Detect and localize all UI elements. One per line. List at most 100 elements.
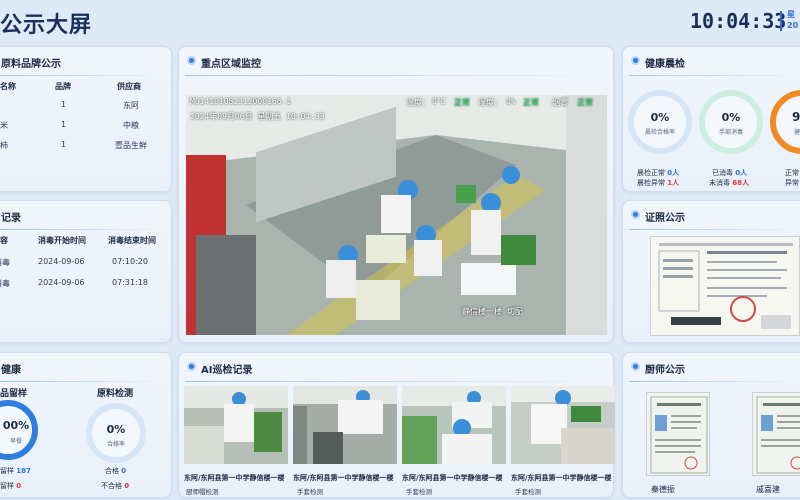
health-panel-header: 健康: [0, 353, 171, 381]
ai-thumb-image: [184, 386, 288, 464]
monitor-panel-header: 重点区域监控: [179, 47, 613, 75]
morning-ring-1-value: 0%: [650, 111, 670, 124]
divider: [0, 75, 165, 76]
camera-timestamp: 2024年09月06日 星期五 10:04:33: [190, 112, 325, 121]
weekday-label: 星: [787, 10, 795, 19]
ai-thumbnail-4[interactable]: [511, 386, 615, 464]
ai-tag-1: 厨师帽检测: [186, 488, 219, 496]
test-pass-label: 合格: [105, 467, 119, 475]
ai-tag-4: 手套检测: [515, 488, 541, 496]
license-panel-header: 证照公示: [623, 201, 800, 229]
disinfect-panel: 记录: [0, 200, 172, 343]
table-row-item: 消毒: [0, 279, 10, 288]
col-header-name: 名称: [0, 82, 16, 91]
test-fail-value: 0: [124, 482, 130, 490]
morning-stat-normal-label: 晨检正常: [637, 169, 665, 177]
top-bar: 公示大屏 10:04:33 星 20: [0, 0, 800, 42]
test-ring: 0% 合格率: [86, 403, 146, 463]
chef-cert-image: [753, 393, 800, 475]
sample-stat2: 留样 0: [0, 481, 21, 491]
morning-ring-2-label: 手部消毒: [718, 129, 743, 136]
year-label: 20: [787, 21, 799, 30]
test-pass-stat: 合格 0: [105, 466, 126, 476]
chef-certificate-2[interactable]: [752, 392, 800, 476]
sample-stat-value: 187: [16, 467, 31, 475]
table-row-supplier: 中粮: [123, 121, 139, 130]
monitor-panel-title: 重点区域监控: [201, 59, 261, 70]
table-row-date: 2024-09-06: [38, 278, 85, 287]
camera-id: M014101082312000166-1: [190, 97, 292, 106]
chef-panel-header: 厨师公示: [623, 353, 800, 381]
brand-panel: 原料品牌公示: [0, 46, 172, 192]
morning-ring-1-label: 晨检合格率: [644, 129, 675, 136]
table-row-brand: 1: [61, 140, 67, 149]
table-row-name: 米: [0, 121, 8, 130]
ai-panel-title: AI巡检记录: [201, 365, 253, 376]
test-pass-value: 0: [121, 467, 127, 475]
morning-stat-normal-value: 0人: [667, 169, 680, 177]
chef-cert-image: [647, 393, 709, 475]
camera-location: 静信楼一楼 切配: [462, 307, 523, 316]
sample-stat2-value: 0: [16, 482, 22, 490]
sample-ring-label: 早餐: [9, 438, 22, 445]
ai-tag-3: 手套检测: [406, 488, 432, 496]
ai-thumb-image: [293, 386, 397, 464]
chef-name-1: 秦德振: [651, 485, 675, 494]
license-panel-title: 证照公示: [645, 213, 685, 224]
sample-stat: 留样 187: [0, 466, 31, 476]
ai-thumbnail-1[interactable]: [184, 386, 288, 464]
table-row-name: 柿: [0, 141, 8, 150]
morning-ring-2-value: 0%: [721, 111, 741, 124]
health-panel-title: 健康: [1, 365, 21, 376]
bullet-icon: [631, 56, 640, 65]
disinfect-stat-not-value: 68人: [732, 179, 749, 187]
humidity-status: 正常: [523, 98, 539, 107]
chef-name-2: 戚喜建: [756, 485, 780, 494]
disinfect-stat-done-value: 0人: [735, 169, 748, 177]
ai-thumbnail-2[interactable]: [293, 386, 397, 464]
morning-stat-normal: 晨检正常 0人: [637, 168, 679, 178]
divider: [0, 229, 165, 230]
humidity-label: 湿度：: [478, 98, 502, 107]
chef-certificate-1[interactable]: [646, 392, 710, 476]
morning-ring-2: 0% 手部消毒: [699, 90, 763, 154]
morning-ring-3-label: 健康: [794, 129, 800, 136]
ai-thumb-image: [402, 386, 506, 464]
kitchen-scene: [186, 95, 607, 335]
ai-caption-3: 东阿/东阿县第一中学静信楼一楼: [402, 474, 503, 482]
humidity-value: 0%: [506, 97, 516, 106]
bullet-icon: [187, 56, 196, 65]
sample-title: 品留样: [0, 389, 28, 399]
license-image: [651, 237, 799, 335]
sample-stat-label: 留样: [0, 467, 14, 475]
ai-thumbnail-3[interactable]: [402, 386, 506, 464]
test-ring-value: 0%: [106, 423, 126, 436]
col-header-brand: 品牌: [55, 82, 71, 91]
license-document[interactable]: [650, 236, 800, 336]
sample-ring-value: 00%: [2, 419, 30, 432]
table-row-end: 07:10:20: [112, 257, 148, 266]
smoke-status: 正常: [577, 98, 593, 107]
col-header-start: 消毒开始时间: [38, 236, 86, 245]
chef-panel-title: 厨师公示: [645, 365, 685, 376]
col-header-item: 容: [0, 236, 8, 245]
brand-panel-header: 原料品牌公示: [0, 47, 171, 75]
divider: [185, 75, 607, 76]
test-title: 原料检测: [97, 389, 134, 399]
disinfect-panel-title: 记录: [1, 213, 21, 224]
page-title: 公示大屏: [0, 13, 93, 38]
ai-thumb-image: [511, 386, 615, 464]
test-fail-label: 不合格: [101, 482, 122, 490]
table-row-brand: 1: [61, 100, 67, 109]
divider: [0, 381, 165, 382]
health-stat-abnormal: 异常: [785, 179, 799, 187]
col-header-supplier: 供应商: [117, 82, 141, 91]
disinfect-panel-header: 记录: [0, 201, 171, 229]
table-row-supplier: 东阿: [123, 101, 139, 110]
camera-feed[interactable]: M014101082312000166-1 温度： 0℃ 正常 湿度： 0% 正…: [186, 95, 607, 335]
table-row-supplier: 壹品生鲜: [115, 141, 147, 150]
clock-divider: [780, 11, 782, 31]
ai-tag-2: 手套检测: [297, 488, 323, 496]
date-stack: 星 20: [787, 9, 798, 31]
temp-value: 0℃: [432, 97, 446, 106]
